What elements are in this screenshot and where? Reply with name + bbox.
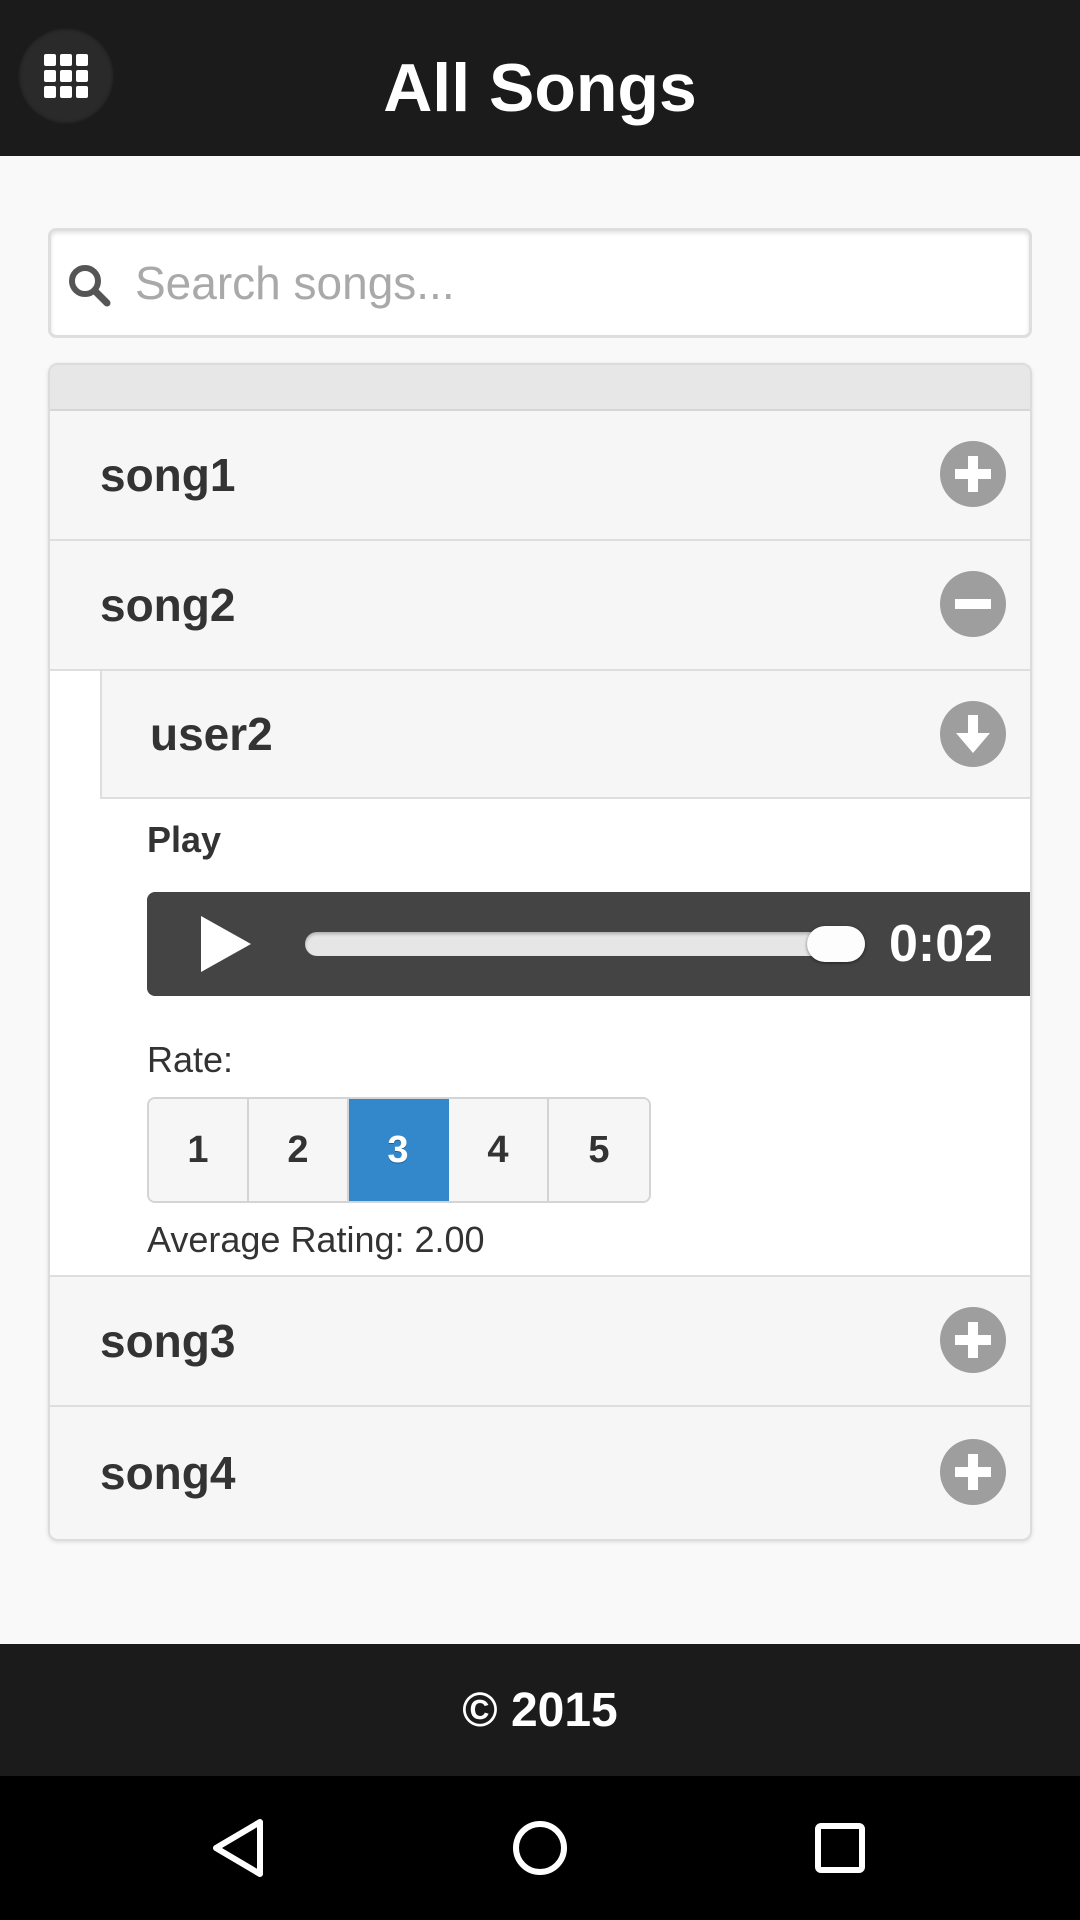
elapsed-time: 0:02 [889,915,994,973]
expand-button[interactable] [940,1307,1006,1373]
search-box [48,228,1032,338]
search-input[interactable] [135,231,1015,335]
plus-icon [955,1322,991,1358]
song-title: song2 [100,579,236,631]
rating-selector: 1 2 3 4 5 [147,1097,651,1203]
song-details-panel: user2 Play 0:02 Rate: 1 2 3 4 5 Average … [50,671,1030,1277]
header-bar: All Songs [0,0,1080,156]
plus-icon [955,456,991,492]
user-name: user2 [150,708,273,760]
song-title: song3 [100,1315,236,1367]
song-row[interactable]: song3 [50,1277,1030,1407]
seek-track[interactable] [305,932,865,956]
download-icon [956,715,990,753]
song-row[interactable]: song1 [50,411,1030,541]
download-button[interactable] [940,701,1006,767]
rating-option-2[interactable]: 2 [249,1099,349,1201]
expand-button[interactable] [940,1439,1006,1505]
expand-button[interactable] [940,441,1006,507]
system-nav-bar [0,1776,1080,1920]
song-row[interactable]: song4 [50,1407,1030,1539]
rate-label: Rate: [147,1039,234,1080]
rating-option-1[interactable]: 1 [149,1099,249,1201]
song-title: song4 [100,1447,236,1499]
average-rating: Average Rating: 2.00 [147,1219,485,1260]
rating-option-5[interactable]: 5 [549,1099,649,1201]
seek-handle[interactable] [807,926,865,962]
recents-icon[interactable] [804,1812,876,1884]
audio-player: 0:02 [147,892,1030,996]
rating-option-4[interactable]: 4 [449,1099,549,1201]
song-row[interactable]: song2 [50,541,1030,671]
rating-option-3[interactable]: 3 [349,1099,449,1201]
app-screen: All Songs song1 song2 [0,0,1080,1920]
footer: © 2015 [0,1644,1080,1776]
song-list: song1 song2 user2 Play 0:02 Rate: 1 2 3 … [48,363,1032,1541]
page-title: All Songs [383,50,697,126]
play-icon[interactable] [193,912,257,976]
copyright-text: © 2015 [462,1683,618,1737]
play-label: Play [147,819,222,860]
collapse-button[interactable] [940,571,1006,637]
back-icon[interactable] [204,1812,276,1884]
search-icon [69,265,111,307]
list-header-divider [50,365,1030,411]
plus-icon [955,1454,991,1490]
minus-icon [955,599,991,609]
home-icon[interactable] [504,1812,576,1884]
user-row[interactable]: user2 [100,671,1030,799]
song-title: song1 [100,449,236,501]
